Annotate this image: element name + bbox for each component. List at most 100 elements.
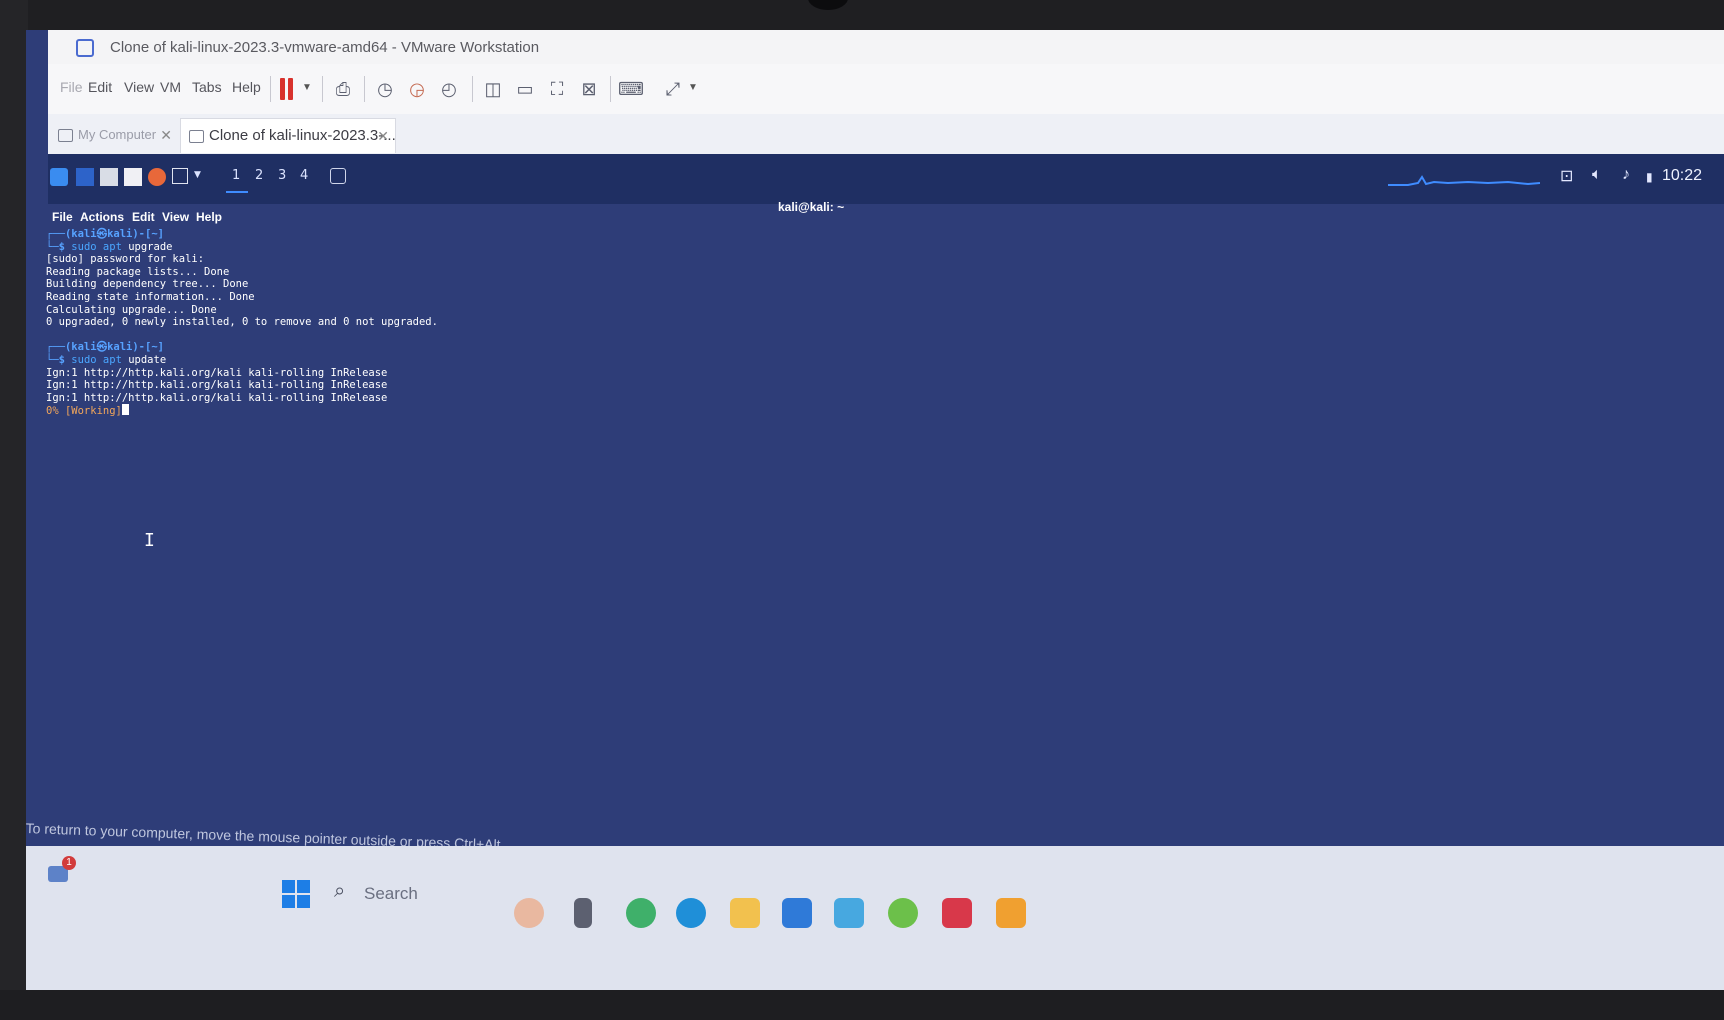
- vm-icon: [189, 130, 204, 143]
- terminal-menu-edit[interactable]: Edit: [132, 210, 155, 224]
- terminal-menu-view[interactable]: View: [162, 210, 189, 224]
- tab-kali-vm[interactable]: Clone of kali-linux-2023.3-... ✕: [180, 118, 396, 153]
- revert-snapshot-icon[interactable]: ◶: [404, 76, 430, 102]
- menu-vm[interactable]: VM: [160, 79, 181, 95]
- menu-edit[interactable]: Edit: [88, 79, 112, 95]
- show-desktop-icon[interactable]: [76, 168, 94, 186]
- edge-icon[interactable]: [676, 898, 706, 928]
- terminal-menu-file[interactable]: File: [52, 210, 73, 224]
- prompt-symbol: └─$: [46, 353, 72, 366]
- apt-progress-status: 0% [Working]: [46, 405, 122, 418]
- terminal-line: [sudo] password for kali:: [46, 253, 205, 266]
- window-list-icon[interactable]: [330, 168, 346, 184]
- toolbar-separator: [364, 76, 365, 102]
- fullscreen-icon[interactable]: ⛶: [544, 76, 570, 102]
- terminal-title: kali@kali: ~: [778, 200, 845, 214]
- laptop-bezel-bottom: [0, 990, 1724, 1020]
- network-icon[interactable]: ⊡: [1560, 166, 1573, 186]
- send-ctrl-alt-del-icon[interactable]: ⎙: [330, 76, 356, 102]
- terminal-icon[interactable]: [172, 168, 188, 184]
- firefox-icon[interactable]: [148, 168, 166, 186]
- terminal-line: Reading state information... Done: [46, 290, 255, 303]
- terminal-line: Building dependency tree... Done: [46, 278, 249, 291]
- stretch-view-icon[interactable]: ⤢: [660, 76, 686, 102]
- chevron-down-icon[interactable]: ▼: [302, 82, 312, 93]
- snapshot-icon[interactable]: ◷: [372, 76, 398, 102]
- pause-icon: [288, 78, 293, 100]
- app-icon[interactable]: [834, 898, 864, 928]
- toolbar-separator: [322, 76, 323, 102]
- mcafee-icon[interactable]: [942, 898, 972, 928]
- workspace-2[interactable]: 2: [255, 168, 263, 183]
- close-icon[interactable]: ✕: [377, 119, 389, 153]
- kali-menu-icon[interactable]: [50, 168, 68, 186]
- terminal-command: └─$ sudo apt upgrade: [46, 241, 506, 254]
- toolbar-separator: [270, 76, 271, 102]
- file-explorer-icon[interactable]: [730, 898, 760, 928]
- chrome-icon[interactable]: [626, 898, 656, 928]
- command-argument: upgrade: [128, 240, 173, 253]
- vmware-titlebar: Clone of kali-linux-2023.3-vmware-amd64 …: [48, 30, 1724, 65]
- prompt-symbol: └─$: [46, 240, 72, 253]
- close-icon[interactable]: ✕: [160, 118, 172, 152]
- cpu-usage-graph: [1388, 175, 1540, 186]
- workspace-3[interactable]: 3: [278, 168, 286, 183]
- volume-icon[interactable]: 🔈︎: [1592, 166, 1602, 184]
- command-word: sudo: [71, 353, 97, 366]
- command-word: sudo: [71, 240, 97, 253]
- menu-help[interactable]: Help: [232, 79, 261, 95]
- laptop-bezel-left: [0, 0, 28, 1020]
- notification-bell-icon[interactable]: ♪: [1622, 166, 1630, 184]
- vmware-taskbar-icon[interactable]: [996, 898, 1026, 928]
- laptop-screen: Clone of kali-linux-2023.3-vmware-amd64 …: [26, 30, 1724, 1002]
- terminal-line: Ign:1 http://http.kali.org/kali kali-rol…: [46, 366, 388, 379]
- menu-view[interactable]: View: [124, 79, 154, 95]
- chevron-down-icon[interactable]: ▼: [688, 82, 698, 93]
- workspace-1[interactable]: 1: [232, 168, 240, 183]
- battery-icon[interactable]: ▮: [1646, 170, 1653, 184]
- laptop-bezel-top: [0, 0, 1724, 34]
- terminal-command: └─$ sudo apt update: [46, 354, 506, 367]
- terminal-prompt: ┌──(kali㉿kali)-[~]: [46, 341, 164, 354]
- text-cursor: [121, 404, 129, 416]
- unity-icon[interactable]: ⊠: [576, 76, 602, 102]
- app-icon[interactable]: [514, 898, 544, 928]
- computer-icon: [58, 129, 73, 142]
- sidebar-toggle-icon[interactable]: ◫: [480, 76, 506, 102]
- file-manager-icon[interactable]: [100, 168, 118, 186]
- webcam: [808, 0, 848, 10]
- app-icon[interactable]: [888, 898, 918, 928]
- panel-clock[interactable]: 10:22: [1662, 167, 1702, 185]
- command-word: apt: [102, 240, 122, 253]
- terminal-line: 0 upgraded, 0 newly installed, 0 to remo…: [46, 316, 438, 329]
- vmware-app-icon: [76, 39, 94, 57]
- terminal-line: Ign:1 http://http.kali.org/kali kali-rol…: [46, 379, 388, 392]
- snapshot-manager-icon[interactable]: ◴: [436, 76, 462, 102]
- workspace-4[interactable]: 4: [300, 168, 308, 183]
- text-editor-icon[interactable]: [124, 168, 142, 186]
- active-workspace-indicator: [226, 191, 248, 193]
- console-view-icon[interactable]: ⌨: [618, 76, 644, 102]
- command-argument: update: [128, 353, 167, 366]
- windows-start-icon[interactable]: [282, 880, 310, 908]
- tab-label: My Computer: [78, 127, 157, 142]
- mouse-ibeam-cursor: I: [144, 530, 155, 551]
- taskbar-search[interactable]: Search: [364, 884, 418, 904]
- menu-file[interactable]: File: [60, 79, 83, 95]
- windows-taskbar: 1 ⌕ Search: [26, 846, 1724, 1002]
- terminal-prompt: ┌──(kali㉿kali)-[~]: [46, 228, 164, 240]
- command-word: apt: [102, 353, 122, 366]
- terminal-menu-actions[interactable]: Actions: [80, 210, 124, 224]
- search-icon[interactable]: ⌕: [334, 880, 345, 903]
- tab-my-computer[interactable]: My Computer ✕: [50, 118, 178, 152]
- app-icon[interactable]: [574, 898, 592, 928]
- toolbar-separator: [472, 76, 473, 102]
- menu-tabs[interactable]: Tabs: [192, 79, 222, 95]
- store-icon[interactable]: [782, 898, 812, 928]
- vmware-tab-bar: My Computer ✕ Clone of kali-linux-2023.3…: [48, 114, 1724, 155]
- terminal-output[interactable]: ┌──(kali㉿kali)-[~] └─$ sudo apt upgrade …: [46, 228, 506, 448]
- tab-label: Clone of kali-linux-2023.3-...: [209, 127, 396, 144]
- thumbnail-bar-icon[interactable]: ▭: [512, 76, 538, 102]
- terminal-menu-help[interactable]: Help: [196, 210, 222, 224]
- chevron-down-icon[interactable]: ▼: [194, 170, 201, 180]
